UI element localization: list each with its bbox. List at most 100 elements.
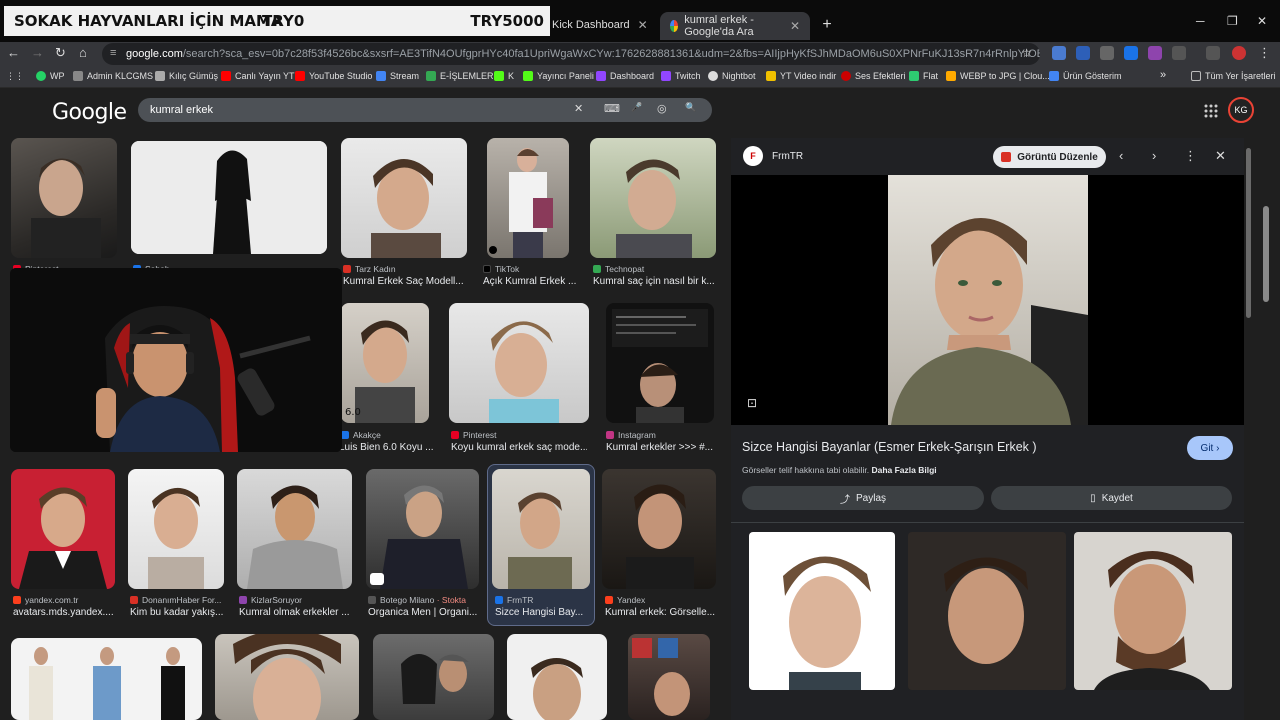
image-result-15[interactable] bbox=[11, 638, 202, 720]
lens-icon[interactable]: ◎ bbox=[657, 102, 667, 115]
close-panel-icon[interactable]: ✕ bbox=[1215, 148, 1226, 164]
result-caption[interactable]: Sizce Hangisi Bay... bbox=[495, 607, 585, 618]
reading-list-icon[interactable] bbox=[1206, 46, 1220, 60]
more-options-icon[interactable]: ⋮ bbox=[1184, 148, 1197, 164]
image-result-6[interactable]: 6.0 bbox=[341, 303, 429, 423]
screenshot-extension-icon[interactable] bbox=[1100, 46, 1114, 60]
maximize-button[interactable]: ❐ bbox=[1227, 14, 1238, 28]
search-icon[interactable]: 🔍 bbox=[685, 102, 696, 113]
tab-kick-dashboard[interactable]: Kick Dashboard ✕ bbox=[552, 14, 662, 36]
all-bookmarks-folder[interactable]: Tüm Yer İşaretleri bbox=[1191, 71, 1276, 81]
keyboard-icon[interactable]: ⌨ bbox=[604, 102, 620, 115]
bookmark-k[interactable]: K bbox=[494, 71, 514, 81]
new-tab-button[interactable]: + bbox=[818, 16, 836, 34]
previous-image-icon[interactable]: ‹ bbox=[1119, 148, 1123, 163]
panel-site-name[interactable]: FrmTR bbox=[772, 151, 803, 162]
bookmarks-overflow-button[interactable]: » bbox=[1160, 69, 1166, 81]
result-caption[interactable]: Koyu kumral erkek saç mode... bbox=[451, 442, 587, 453]
apps-grid-icon[interactable] bbox=[1204, 104, 1218, 121]
result-caption[interactable]: Kumral Erkek Saç Modell... bbox=[343, 276, 463, 287]
image-result-2[interactable] bbox=[131, 141, 327, 254]
page-scrollbar-thumb[interactable] bbox=[1263, 206, 1269, 302]
bookmark-e-islemler[interactable]: E-İŞLEMLER bbox=[426, 71, 494, 81]
forward-icon[interactable]: → bbox=[31, 45, 44, 60]
bookmark-twitch[interactable]: Twitch bbox=[661, 71, 701, 81]
result-caption[interactable]: Kumral erkek: Görselle... bbox=[605, 607, 715, 618]
preview-title[interactable]: Sizce Hangisi Bayanlar (Esmer Erkek-Şarı… bbox=[742, 440, 1037, 454]
account-avatar[interactable]: KG bbox=[1228, 97, 1254, 123]
related-image-1[interactable] bbox=[749, 532, 895, 690]
image-result-8[interactable] bbox=[606, 303, 714, 423]
image-result-13[interactable] bbox=[492, 469, 590, 589]
next-image-icon[interactable]: › bbox=[1152, 148, 1156, 163]
result-caption[interactable]: Kim bu kadar yakış... bbox=[130, 607, 224, 618]
share-button[interactable]: ⤴ Paylaş bbox=[742, 486, 984, 510]
profile-avatar-icon[interactable] bbox=[1232, 46, 1246, 60]
image-result-10[interactable] bbox=[128, 469, 224, 589]
panel-scrollbar-thumb[interactable] bbox=[1246, 148, 1251, 318]
image-result-11[interactable] bbox=[237, 469, 352, 589]
extension-icon[interactable] bbox=[1148, 46, 1162, 60]
menu-icon[interactable]: ⋮ bbox=[1258, 45, 1271, 61]
image-result-9[interactable] bbox=[11, 469, 115, 589]
visual-search-icon[interactable]: ⊡ bbox=[747, 396, 757, 410]
image-result-4[interactable] bbox=[487, 138, 569, 258]
bookmark-youtube-studio[interactable]: YouTube Studio bbox=[295, 71, 372, 81]
tab-google-search[interactable]: kumral erkek - Google'da Ara ✕ bbox=[660, 12, 810, 40]
bookmark-urun-gosterim[interactable]: Ürün Gösterim bbox=[1049, 71, 1122, 81]
image-result-7[interactable] bbox=[449, 303, 589, 423]
window-close-button[interactable]: ✕ bbox=[1257, 14, 1267, 28]
bookmark-yt-video-indir[interactable]: YT Video indir bbox=[766, 71, 836, 81]
image-result-17[interactable] bbox=[373, 634, 494, 720]
back-icon[interactable]: ← bbox=[7, 45, 20, 60]
reload-icon[interactable]: ↻ bbox=[55, 45, 66, 61]
minimize-button[interactable]: ─ bbox=[1196, 14, 1205, 28]
apps-grid-icon[interactable]: ⋮⋮ bbox=[6, 71, 24, 82]
bookmark-webp-to-jpg[interactable]: WEBP to JPG | Clou... bbox=[946, 71, 1050, 81]
bookmark-wp[interactable]: WP bbox=[36, 71, 65, 81]
related-image-2[interactable] bbox=[908, 532, 1066, 690]
bookmark-stream[interactable]: Stream bbox=[376, 71, 419, 81]
visit-button[interactable]: Git › bbox=[1187, 436, 1233, 460]
translate-extension-icon[interactable] bbox=[1052, 46, 1066, 60]
learn-more-link[interactable]: Daha Fazla Bilgi bbox=[871, 465, 936, 475]
mic-icon[interactable]: 🎤 bbox=[631, 102, 642, 113]
edit-image-button[interactable]: Görüntü Düzenle bbox=[993, 146, 1106, 168]
search-input[interactable]: kumral erkek ✕ ⌨ 🎤 ◎ 🔍 bbox=[138, 98, 712, 122]
google-logo[interactable]: Google bbox=[52, 100, 127, 125]
result-caption[interactable]: Açık Kumral Erkek ... bbox=[483, 276, 578, 287]
result-caption[interactable]: avatars.mds.yandex.... bbox=[13, 607, 117, 618]
image-result-14[interactable] bbox=[602, 469, 716, 589]
bookmark-flat[interactable]: Flat bbox=[909, 71, 938, 81]
bookmark-kilic-gumus[interactable]: Kılıç Gümüş bbox=[155, 71, 218, 81]
bookmark-star-icon[interactable]: ☆ bbox=[1021, 46, 1032, 60]
result-caption[interactable]: Luis Bien 6.0 Koyu ... bbox=[339, 442, 433, 453]
image-result-1[interactable] bbox=[11, 138, 117, 258]
result-caption[interactable]: Kumral erkekler >>> #... bbox=[606, 442, 714, 453]
site-info-icon[interactable]: ≡ bbox=[110, 47, 116, 59]
bookmark-yayinci-paneli[interactable]: Yayıncı Paneli bbox=[523, 71, 594, 81]
close-icon[interactable]: ✕ bbox=[638, 18, 648, 32]
bookmark-ses-efektleri[interactable]: Ses Efektleri bbox=[841, 71, 906, 81]
image-result-5[interactable] bbox=[590, 138, 716, 258]
result-caption[interactable]: Kumral saç için nasıl bir k... bbox=[593, 276, 715, 287]
image-result-3[interactable] bbox=[341, 138, 467, 258]
preview-image[interactable] bbox=[731, 175, 1244, 425]
related-image-3[interactable] bbox=[1074, 532, 1232, 690]
bookmark-nightbot[interactable]: Nightbot bbox=[708, 71, 756, 81]
bookmark-dashboard[interactable]: Dashboard bbox=[596, 71, 654, 81]
home-icon[interactable]: ⌂ bbox=[79, 45, 87, 60]
extensions-puzzle-icon[interactable] bbox=[1172, 46, 1186, 60]
bookmark-canli-yayin-yt[interactable]: Canlı Yayın YT bbox=[221, 71, 295, 81]
save-button[interactable]: ▯ Kaydet bbox=[991, 486, 1232, 510]
result-caption[interactable]: Kumral olmak erkekler ... bbox=[239, 607, 351, 618]
image-result-19[interactable] bbox=[628, 634, 710, 720]
download-extension-icon[interactable] bbox=[1124, 46, 1138, 60]
clear-icon[interactable]: ✕ bbox=[574, 102, 583, 115]
image-result-12[interactable] bbox=[366, 469, 479, 589]
image-result-16[interactable] bbox=[215, 634, 359, 720]
close-icon[interactable]: ✕ bbox=[790, 19, 800, 33]
image-result-18[interactable] bbox=[507, 634, 607, 720]
bookmark-admin-klcgms[interactable]: Admin KLCGMS bbox=[73, 71, 153, 81]
address-bar[interactable]: ≡ google.com/search?sca_esv=0b7c28f53f45… bbox=[102, 43, 1040, 65]
